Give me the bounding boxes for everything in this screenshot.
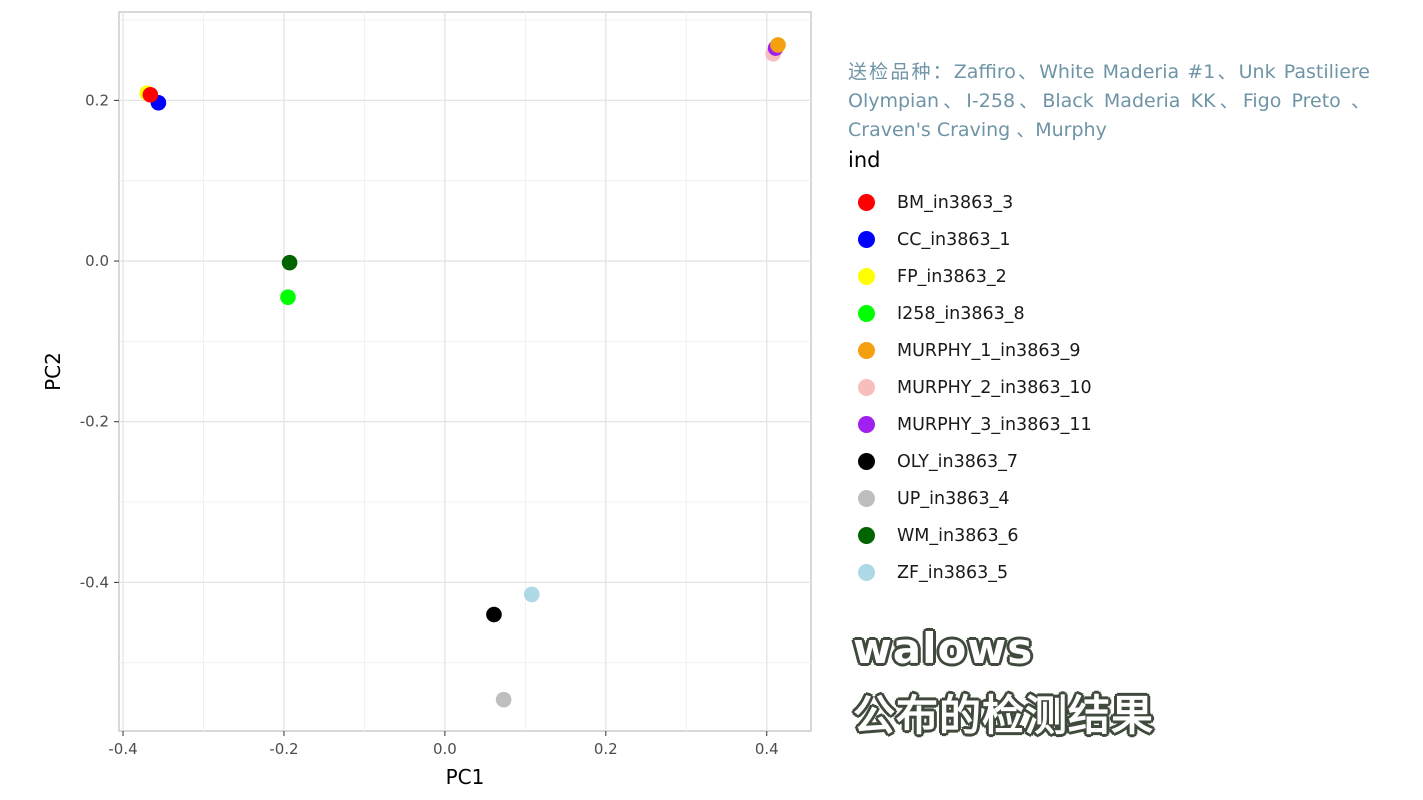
legend-key-dot bbox=[858, 194, 875, 211]
legend-key-dot bbox=[858, 231, 875, 248]
legend-item: CC_in3863_1 bbox=[848, 221, 1092, 258]
sample-varieties-note: 送检品种：Zaffiro、White Maderia #1、Unk Pastil… bbox=[848, 61, 1370, 141]
legend-item: BM_in3863_3 bbox=[848, 184, 1092, 221]
legend-label: WM_in3863_6 bbox=[897, 525, 1019, 546]
legend-key-dot bbox=[858, 564, 875, 581]
legend-label: OLY_in3863_7 bbox=[897, 451, 1019, 472]
legend-key-dot bbox=[858, 305, 875, 322]
legend-item: FP_in3863_2 bbox=[848, 258, 1092, 295]
y-tick-label: -0.4 bbox=[80, 573, 109, 591]
legend-item: MURPHY_2_in3863_10 bbox=[848, 369, 1092, 406]
legend-item: I258_in3863_8 bbox=[848, 295, 1092, 332]
point-UP_in3863_4 bbox=[495, 691, 512, 708]
plot-panel bbox=[118, 11, 812, 732]
y-tick-label: -0.2 bbox=[80, 413, 109, 431]
legend-key-dot bbox=[858, 268, 875, 285]
legend-item: WM_in3863_6 bbox=[848, 517, 1092, 554]
point-MURPHY_1_in3863_9 bbox=[770, 37, 786, 53]
legend-item: OLY_in3863_7 bbox=[848, 443, 1092, 480]
x-tick-label: -0.4 bbox=[108, 740, 137, 758]
caption-result: 公布的检测结果 bbox=[853, 691, 1155, 740]
legend-key-dot bbox=[858, 416, 875, 433]
legend-key-dot bbox=[858, 490, 875, 507]
legend-item: ZF_in3863_5 bbox=[848, 554, 1092, 591]
legend: ind BM_in3863_3 CC_in3863_1 FP_in3863_2 I25… bbox=[848, 148, 1092, 591]
y-axis-title: PC2 bbox=[41, 352, 65, 391]
x-tick-label: 0.0 bbox=[433, 740, 457, 758]
y-tick-label: 0.2 bbox=[85, 91, 109, 109]
legend-key-dot bbox=[858, 342, 875, 359]
legend-key-dot bbox=[858, 527, 875, 544]
x-tick-label: -0.2 bbox=[269, 740, 298, 758]
scatter-plot: -0.4 -0.2 0.0 0.2 0.4 -0.4 -0.2 0.0 0.2 PC1 PC2 bbox=[41, 11, 812, 789]
legend-key-dot bbox=[858, 379, 875, 396]
x-tick-label: 0.2 bbox=[594, 740, 618, 758]
point-I258_in3863_8 bbox=[280, 289, 296, 305]
legend-label: MURPHY_1_in3863_9 bbox=[897, 340, 1081, 361]
x-axis-title: PC1 bbox=[446, 765, 485, 789]
y-tick-label: 0.0 bbox=[85, 252, 109, 270]
legend-label: ZF_in3863_5 bbox=[897, 562, 1009, 583]
legend-title: ind bbox=[848, 148, 881, 172]
x-tick-label: 0.4 bbox=[755, 740, 779, 758]
point-OLY_in3863_7 bbox=[486, 606, 502, 623]
legend-item: MURPHY_3_in3863_11 bbox=[848, 406, 1092, 443]
y-axis-ticks: -0.4 -0.2 0.0 0.2 bbox=[80, 91, 119, 591]
legend-label: UP_in3863_4 bbox=[897, 488, 1010, 509]
caption-author: walows bbox=[853, 624, 1034, 673]
legend-key-dot bbox=[858, 453, 875, 470]
point-ZF_in3863_5 bbox=[523, 586, 540, 603]
point-WM_in3863_6 bbox=[281, 254, 298, 271]
legend-label: CC_in3863_1 bbox=[897, 229, 1011, 250]
legend-label: BM_in3863_3 bbox=[897, 192, 1014, 213]
legend-label: FP_in3863_2 bbox=[897, 266, 1007, 287]
x-axis-ticks: -0.4 -0.2 0.0 0.2 0.4 bbox=[108, 731, 779, 758]
legend-item: MURPHY_1_in3863_9 bbox=[848, 332, 1092, 369]
legend-item: UP_in3863_4 bbox=[848, 480, 1092, 517]
legend-label: MURPHY_2_in3863_10 bbox=[897, 377, 1092, 398]
legend-label: I258_in3863_8 bbox=[897, 303, 1025, 324]
legend-label: MURPHY_3_in3863_11 bbox=[897, 414, 1092, 435]
point-BM_in3863_3 bbox=[142, 86, 159, 103]
